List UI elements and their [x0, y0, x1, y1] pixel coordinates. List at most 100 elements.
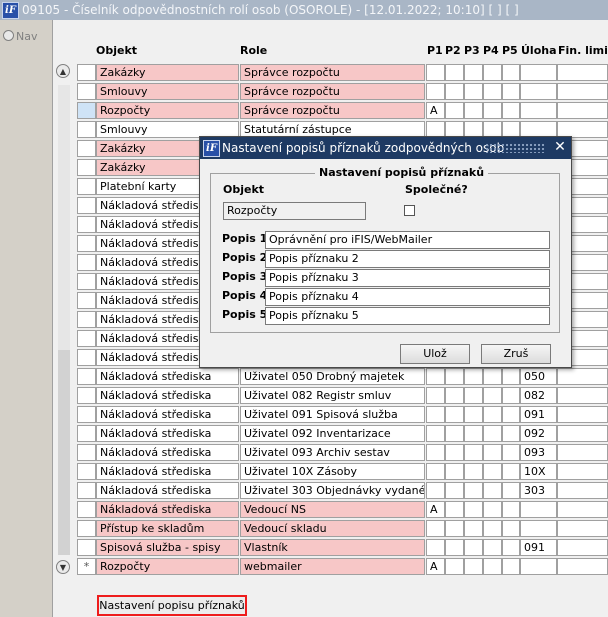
cell-p5[interactable]	[502, 501, 520, 518]
cell-p2[interactable]	[445, 387, 464, 404]
cell-p4[interactable]	[483, 102, 502, 119]
cell-p3[interactable]	[464, 102, 483, 119]
drag-grip-icon[interactable]	[485, 143, 545, 153]
scroll-down-icon[interactable]: ▼	[56, 560, 70, 574]
cell-sel[interactable]	[77, 520, 96, 537]
cell-objekt[interactable]: Nákladová střediska	[96, 444, 239, 461]
cell-role[interactable]: Uživatel 091 Spisová služba	[240, 406, 425, 423]
cell-p3[interactable]	[464, 482, 483, 499]
cell-p2[interactable]	[445, 406, 464, 423]
cell-p5[interactable]	[502, 64, 520, 81]
cell-objekt[interactable]: Zakázky	[96, 64, 239, 81]
cell-role[interactable]: Uživatel 050 Drobný majetek	[240, 368, 425, 385]
cell-p3[interactable]	[464, 387, 483, 404]
cell-uloha[interactable]	[520, 558, 557, 575]
cell-role[interactable]: Správce rozpočtu	[240, 83, 425, 100]
cell-p1[interactable]: A	[426, 558, 445, 575]
cell-p5[interactable]	[502, 368, 520, 385]
spolecne-checkbox[interactable]	[404, 205, 415, 216]
cell-p5[interactable]	[502, 539, 520, 556]
cell-role[interactable]: Uživatel 092 Inventarizace	[240, 425, 425, 442]
cell-sel[interactable]	[77, 121, 96, 138]
cell-sel[interactable]	[77, 539, 96, 556]
cell-p4[interactable]	[483, 444, 502, 461]
cell-sel[interactable]	[77, 425, 96, 442]
cell-p1[interactable]	[426, 368, 445, 385]
cell-p5[interactable]	[502, 425, 520, 442]
cell-role[interactable]: Uživatel 093 Archiv sestav	[240, 444, 425, 461]
cell-p3[interactable]	[464, 83, 483, 100]
cell-p4[interactable]	[483, 406, 502, 423]
cell-sel[interactable]	[77, 463, 96, 480]
popis-field[interactable]: Popis příznaku 3	[265, 269, 550, 287]
cell-uloha[interactable]: 091	[520, 406, 557, 423]
cell-p4[interactable]	[483, 520, 502, 537]
cell-sel[interactable]	[77, 273, 96, 290]
close-icon[interactable]: ✕	[552, 139, 568, 155]
cell-sel[interactable]	[77, 216, 96, 233]
cell-sel[interactable]	[77, 83, 96, 100]
cell-p1[interactable]: A	[426, 501, 445, 518]
cell-fin[interactable]	[557, 501, 608, 518]
cell-p2[interactable]	[445, 558, 464, 575]
cell-p1[interactable]	[426, 64, 445, 81]
cell-p2[interactable]	[445, 102, 464, 119]
cell-uloha[interactable]	[520, 501, 557, 518]
cell-sel[interactable]	[77, 349, 96, 366]
cell-sel[interactable]	[77, 235, 96, 252]
dialog-titlebar[interactable]: iF Nastavení popisů příznaků zodpovědnýc…	[200, 137, 571, 159]
cell-p5[interactable]	[502, 520, 520, 537]
cell-objekt[interactable]: Rozpočty	[96, 102, 239, 119]
cell-p5[interactable]	[502, 444, 520, 461]
cell-uloha[interactable]	[520, 83, 557, 100]
cell-p1[interactable]	[426, 406, 445, 423]
cell-p2[interactable]	[445, 444, 464, 461]
cell-p4[interactable]	[483, 501, 502, 518]
cell-p1[interactable]	[426, 482, 445, 499]
column-header-p2[interactable]: P2	[445, 44, 461, 57]
cell-p3[interactable]	[464, 558, 483, 575]
zrus-button[interactable]: Zruš	[481, 344, 551, 364]
column-header-p4[interactable]: P4	[483, 44, 499, 57]
cell-objekt[interactable]: Nákladová střediska	[96, 463, 239, 480]
cell-p1[interactable]	[426, 444, 445, 461]
cell-sel[interactable]	[77, 159, 96, 176]
cell-fin[interactable]	[557, 406, 608, 423]
cell-uloha[interactable]: 10X	[520, 463, 557, 480]
cell-p5[interactable]	[502, 406, 520, 423]
cell-p4[interactable]	[483, 463, 502, 480]
cell-role[interactable]: Správce rozpočtu	[240, 64, 425, 81]
cell-objekt[interactable]: Nákladová střediska	[96, 387, 239, 404]
cell-objekt[interactable]: Nákladová střediska	[96, 482, 239, 499]
cell-uloha[interactable]	[520, 520, 557, 537]
cell-p2[interactable]	[445, 368, 464, 385]
cell-objekt[interactable]: Nákladová střediska	[96, 425, 239, 442]
cell-p2[interactable]	[445, 83, 464, 100]
cell-p1[interactable]	[426, 520, 445, 537]
cell-p3[interactable]	[464, 501, 483, 518]
cell-sel[interactable]: *	[77, 558, 96, 575]
cell-p4[interactable]	[483, 539, 502, 556]
column-header-objekt[interactable]: Objekt	[96, 44, 137, 57]
cell-p4[interactable]	[483, 425, 502, 442]
cell-objekt[interactable]: Nákladová střediska	[96, 501, 239, 518]
popis-field[interactable]: Popis příznaku 5	[265, 307, 550, 325]
cell-role[interactable]: Uživatel 082 Registr smluv	[240, 387, 425, 404]
cell-p4[interactable]	[483, 64, 502, 81]
column-header-fin-limit[interactable]: Fin. limit	[558, 44, 608, 57]
cell-p1[interactable]	[426, 425, 445, 442]
cell-role[interactable]: Vedoucí NS	[240, 501, 425, 518]
cell-role[interactable]: Správce rozpočtu	[240, 102, 425, 119]
cell-p2[interactable]	[445, 64, 464, 81]
cell-uloha[interactable]: 093	[520, 444, 557, 461]
nav-button[interactable]: Nav	[3, 30, 37, 44]
cell-p3[interactable]	[464, 368, 483, 385]
cell-p3[interactable]	[464, 406, 483, 423]
cell-sel[interactable]	[77, 292, 96, 309]
cell-fin[interactable]	[557, 444, 608, 461]
cell-fin[interactable]	[557, 482, 608, 499]
cell-fin[interactable]	[557, 558, 608, 575]
cell-sel[interactable]	[77, 330, 96, 347]
scroll-up-icon[interactable]: ▲	[56, 64, 70, 78]
cell-p3[interactable]	[464, 64, 483, 81]
